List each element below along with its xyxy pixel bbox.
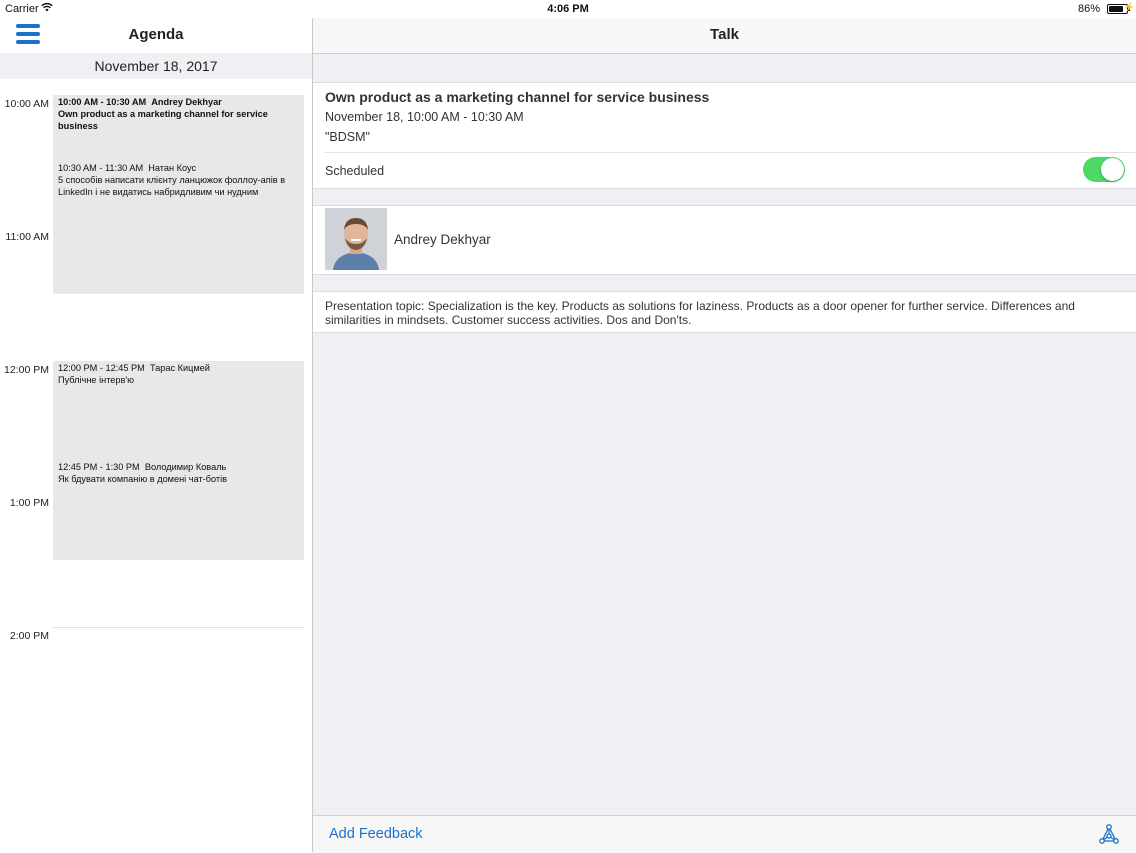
hour-label: 11:00 AM (5, 231, 49, 243)
event-time: 12:45 PM - 1:30 PM (58, 462, 140, 472)
event-title: Own product as a marketing channel for s… (58, 109, 268, 131)
event-block[interactable]: 12:00 PM - 12:45 PM Тарас Кицмей Публічн… (53, 361, 304, 560)
speaker-card[interactable]: Andrey Dekhyar (313, 205, 1136, 275)
event-item[interactable]: 10:30 AM - 11:30 AM Натан Коус 5 способі… (58, 162, 298, 198)
event-speaker: Andrey Dekhyar (151, 97, 222, 107)
hour-label: 1:00 PM (9, 497, 49, 509)
talk-info-card: Own product as a marketing channel for s… (313, 82, 1136, 189)
event-speaker: Натан Коус (148, 163, 197, 173)
talk-title: Own product as a marketing channel for s… (325, 89, 710, 105)
event-speaker: Володимир Коваль (144, 462, 227, 472)
event-item[interactable]: 10:00 AM - 10:30 AM Andrey Dekhyar Own p… (58, 96, 298, 132)
nav-bar: Talk (313, 18, 1136, 54)
speaker-avatar (325, 208, 387, 270)
hour-label: 10:00 AM (4, 98, 49, 110)
agenda-title: Agenda (128, 26, 184, 43)
hour-label: 2:00 PM (9, 630, 49, 642)
talk-room: "BDSM" (325, 130, 370, 144)
charging-bolt-icon: ⚡ (1123, 2, 1135, 12)
divider (325, 152, 1136, 153)
event-time: 10:30 AM - 11:30 AM (58, 163, 144, 173)
battery-percent: 86% (1077, 3, 1100, 15)
event-block[interactable]: 10:00 AM - 10:30 AM Andrey Dekhyar Own p… (53, 95, 304, 294)
add-feedback-button[interactable]: Add Feedback (329, 826, 423, 842)
status-bar: Carrier 4:06 PM 86% ⚡ (0, 0, 1136, 18)
talk-pane: Talk Own product as a marketing channel … (313, 18, 1136, 853)
event-time: 10:00 AM - 10:30 AM (58, 97, 147, 107)
hour-label: 12:00 PM (4, 364, 49, 376)
nav-title: Talk (710, 26, 739, 43)
status-time: 4:06 PM (547, 3, 589, 15)
event-title: Публічне інтерв'ю (58, 375, 135, 385)
talk-time: November 18, 10:00 AM - 10:30 AM (325, 110, 524, 124)
speaker-name: Andrey Dekhyar (394, 232, 491, 247)
agenda-pane: Agenda November 18, 2017 10:00 AM 11:00 … (0, 18, 313, 852)
description-card: Presentation topic: Specialization is th… (313, 291, 1136, 333)
event-title: Як бдувати компанію в домені чат-ботів (58, 474, 228, 484)
share-nodes-icon[interactable] (1098, 823, 1120, 845)
event-item[interactable]: 12:45 PM - 1:30 PM Володимир Коваль Як б… (58, 461, 298, 485)
talk-description: Presentation topic: Specialization is th… (325, 299, 1075, 327)
event-speaker: Тарас Кицмей (149, 363, 210, 373)
scheduled-toggle[interactable] (1083, 157, 1125, 182)
bottom-toolbar: Add Feedback (313, 815, 1136, 853)
scheduled-label: Scheduled (325, 164, 385, 178)
event-item[interactable]: 12:00 PM - 12:45 PM Тарас Кицмей Публічн… (58, 362, 298, 386)
event-time: 12:00 PM - 12:45 PM (58, 363, 145, 373)
toggle-knob (1101, 158, 1124, 181)
event-title: 5 способів написати клієнту ланцюжок фол… (58, 175, 286, 197)
agenda-date: November 18, 2017 (0, 53, 312, 79)
hour-divider (53, 627, 304, 628)
